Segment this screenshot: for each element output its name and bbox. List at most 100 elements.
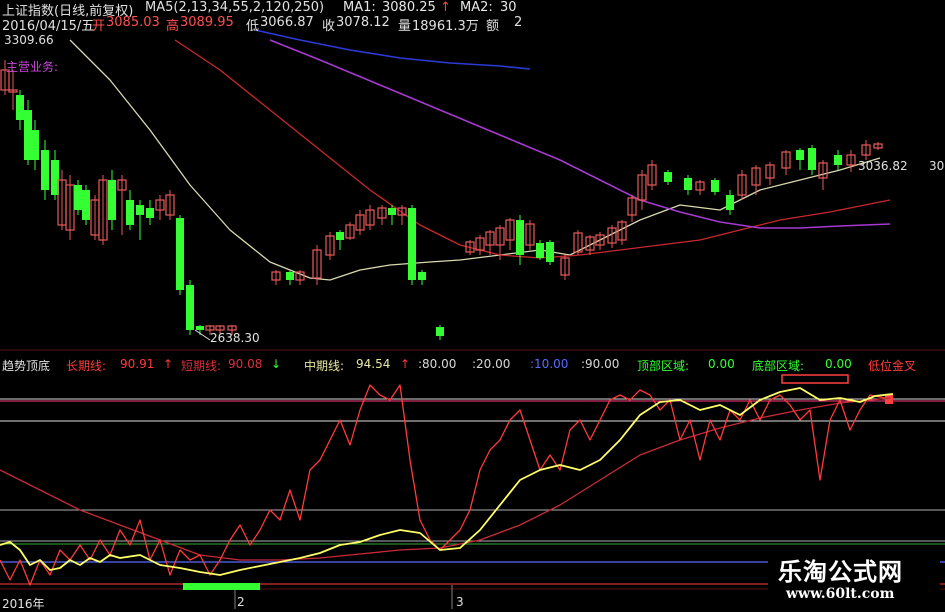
low-golden-cross-label: 低位金叉 — [868, 359, 917, 373]
open-label: 开 — [92, 19, 106, 34]
close-label: 收 — [322, 19, 336, 34]
mid-line-value: 94.54 — [356, 357, 391, 371]
candle — [834, 150, 842, 170]
close-value: 3078.12 — [336, 15, 390, 30]
candle-body — [408, 208, 416, 280]
high-label: 高 — [166, 19, 180, 34]
low-marker-pointer — [194, 329, 211, 341]
candle — [525, 220, 535, 250]
top-zone-value: 0.00 — [708, 357, 735, 371]
candle — [336, 230, 344, 250]
ma2-value: 30 — [500, 0, 517, 15]
candle — [664, 170, 672, 185]
candle — [436, 325, 444, 340]
top-zone-marker — [781, 374, 849, 384]
candle — [388, 205, 396, 225]
candle — [695, 180, 705, 195]
candle-body — [834, 155, 842, 165]
candle — [65, 175, 75, 240]
candle-body — [196, 326, 204, 330]
candle — [711, 178, 719, 195]
candle — [377, 205, 387, 225]
candle — [637, 170, 647, 210]
bottom-zone-value: 0.00 — [825, 357, 852, 371]
candle — [186, 280, 194, 335]
indicator-lines — [0, 384, 894, 586]
candle — [873, 142, 883, 150]
candle — [505, 218, 515, 250]
candle — [146, 200, 154, 225]
candle-body — [286, 272, 294, 280]
level-90: :90.00 — [581, 357, 620, 371]
candle-body — [146, 208, 154, 218]
time-label-mar: 3 — [456, 595, 464, 609]
short-line-label: 短期线: — [181, 359, 222, 373]
candlestick-series — [0, 60, 883, 341]
high-price-marker: 3309.66 — [4, 33, 54, 47]
candle-body — [516, 220, 524, 255]
stock-chart[interactable] — [0, 0, 945, 609]
candle — [475, 235, 485, 255]
candle — [98, 175, 108, 245]
candle — [16, 90, 24, 130]
candle — [808, 145, 816, 175]
amount-label: 额 — [486, 19, 500, 34]
low-label: 低 — [246, 19, 260, 34]
candle-body — [24, 110, 32, 160]
candle — [408, 205, 416, 285]
level-10: :10.00 — [530, 357, 569, 371]
candle-body — [711, 180, 719, 192]
candle — [607, 225, 617, 248]
watermark-name: 乐淘公式网 — [778, 558, 903, 586]
candle-body — [388, 208, 396, 215]
short-line-arrow: ↓ — [271, 357, 282, 371]
candle — [8, 70, 18, 110]
ma1-arrow: ↑ — [440, 0, 451, 15]
candle — [271, 270, 281, 285]
main-business-label: 主营业务: — [6, 60, 59, 74]
candle-body — [176, 218, 184, 290]
bottom-zone-label: 底部区域: — [752, 359, 805, 373]
ma-line-long — [269, 39, 891, 229]
candle — [627, 195, 637, 222]
candle-body — [436, 327, 444, 336]
candle-body — [536, 243, 544, 258]
candle-body — [684, 178, 692, 190]
volume-label: 量 — [398, 19, 412, 34]
candle — [737, 170, 747, 200]
candle-body — [664, 172, 672, 182]
candle — [765, 162, 775, 185]
candle-body — [726, 195, 734, 210]
short-line-value: 90.08 — [228, 357, 263, 371]
candle — [861, 140, 871, 160]
candle-body — [796, 150, 804, 160]
top-zone-label: 顶部区域: — [637, 359, 690, 373]
candle — [136, 200, 144, 240]
candle — [74, 180, 82, 215]
candle — [397, 205, 407, 225]
candle — [90, 195, 100, 240]
candle — [108, 170, 116, 230]
candle — [355, 210, 365, 235]
mid-line-label: 中期线: — [304, 359, 345, 373]
candle — [31, 120, 39, 170]
candle — [573, 230, 583, 255]
ma1-label: MA1: — [343, 0, 376, 15]
candle-body — [136, 205, 144, 215]
candle-body — [108, 180, 116, 220]
candle — [117, 175, 127, 235]
candle-body — [74, 185, 82, 210]
mid-line-arrow: ↑ — [400, 357, 411, 371]
ma1-value: 3080.25 — [382, 0, 436, 15]
amount-value: 2 — [514, 15, 523, 30]
candle — [846, 150, 856, 172]
candle — [617, 220, 627, 245]
candle — [585, 235, 595, 255]
candle — [176, 215, 184, 295]
high-value: 3089.95 — [180, 15, 234, 30]
level-80: :80.00 — [418, 357, 457, 371]
ma-params: MA5(2,13,34,55,2,120,250) — [145, 0, 325, 15]
long-line-arrow: ↑ — [163, 357, 174, 371]
candle-body — [186, 285, 194, 330]
open-value: 3085.03 — [106, 15, 160, 30]
